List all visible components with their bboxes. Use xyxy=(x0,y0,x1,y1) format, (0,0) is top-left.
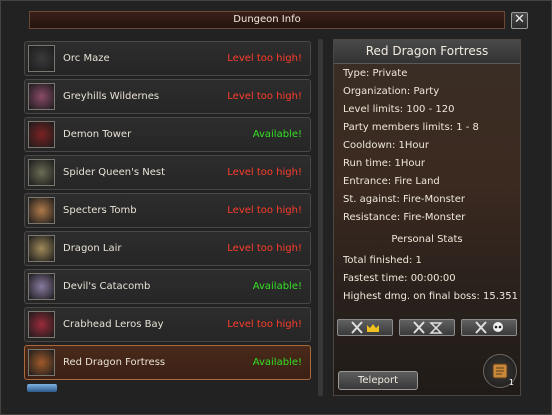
swords-crown-icon xyxy=(351,321,379,334)
dungeon-status: Level too high! xyxy=(227,243,302,254)
dungeon-row[interactable]: Dragon Lair Level too high! xyxy=(24,231,311,266)
dungeon-thumbnail xyxy=(28,273,55,300)
dungeon-thumbnail xyxy=(28,311,55,338)
dungeon-row[interactable]: Specters Tomb Level too high! xyxy=(24,193,311,228)
dungeon-status: Level too high! xyxy=(227,91,302,102)
info-cooldown: Cooldown: 1Hour xyxy=(343,140,429,151)
dungeon-row[interactable]: Red Dragon Fortress Available! xyxy=(24,345,311,380)
swords-skull-icon xyxy=(475,321,503,334)
dungeon-name: Spider Queen's Nest xyxy=(63,167,166,178)
dungeon-thumbnail xyxy=(28,235,55,262)
window-title: Dungeon Info xyxy=(29,11,505,29)
dungeon-thumbnail xyxy=(28,159,55,186)
info-strong-against: St. against: Fire-Monster xyxy=(343,194,465,205)
stat-fastest-time: Fastest time: 00:00:00 xyxy=(343,273,456,284)
dungeon-list: Orc Maze Level too high! Greyhills Wildern… xyxy=(23,39,315,396)
swords-hourglass-icon xyxy=(413,321,443,334)
list-scrollbar[interactable] xyxy=(318,39,323,396)
rank-damage-button[interactable] xyxy=(461,319,517,336)
dungeon-row[interactable]: Demon Tower Available! xyxy=(24,117,311,152)
dungeon-row[interactable]: Crabhead Leros Bay Level too high! xyxy=(24,307,311,342)
dungeon-name: Dragon Lair xyxy=(63,243,122,254)
stat-highest-damage: Highest dmg. on final boss: 15.351 xyxy=(343,291,519,302)
scroll-count: 1 xyxy=(508,378,514,387)
dungeon-thumbnail xyxy=(28,349,55,376)
close-button[interactable]: ✕ xyxy=(511,12,528,29)
dungeon-detail-title: Red Dragon Fortress xyxy=(334,40,520,64)
dungeon-thumbnail xyxy=(28,197,55,224)
dungeon-thumbnail xyxy=(28,45,55,72)
dungeon-row[interactable]: Greyhills Wildernes Level too high! xyxy=(24,79,311,114)
info-run-time: Run time: 1Hour xyxy=(343,158,425,169)
dungeon-status: Level too high! xyxy=(227,205,302,216)
dungeon-status: Level too high! xyxy=(227,319,302,330)
dungeon-info-window: Dungeon Info ✕ Orc Maze Level too high! Gr… xyxy=(0,0,552,415)
teleport-scroll-item[interactable]: 1 xyxy=(483,354,517,388)
list-more-indicator[interactable] xyxy=(27,384,57,392)
personal-stats-heading: Personal Stats xyxy=(391,234,463,245)
close-icon: ✕ xyxy=(514,12,525,27)
dungeon-row[interactable]: Spider Queen's Nest Level too high! xyxy=(24,155,311,190)
dungeon-status: Available! xyxy=(252,129,302,140)
info-party-limits: Party members limits: 1 - 8 xyxy=(343,122,479,133)
dungeon-thumbnail xyxy=(28,121,55,148)
dungeon-name: Devil's Catacomb xyxy=(63,281,151,292)
info-type: Type: Private xyxy=(343,68,408,79)
dungeon-row[interactable]: Orc Maze Level too high! xyxy=(24,41,311,76)
dungeon-name: Specters Tomb xyxy=(63,205,137,216)
rank-crown-button[interactable] xyxy=(337,319,393,336)
dungeon-status: Level too high! xyxy=(227,167,302,178)
teleport-button[interactable]: Teleport xyxy=(338,371,418,390)
rank-time-button[interactable] xyxy=(399,319,455,336)
dungeon-status: Available! xyxy=(252,281,302,292)
dungeon-name: Orc Maze xyxy=(63,53,110,64)
dungeon-name: Red Dragon Fortress xyxy=(63,357,166,368)
dungeon-status: Available! xyxy=(252,357,302,368)
dungeon-status: Level too high! xyxy=(227,53,302,64)
dungeon-detail-panel: Red Dragon Fortress Type: Private Organi… xyxy=(333,39,521,396)
info-level-limits: Level limits: 100 - 120 xyxy=(343,104,455,115)
dungeon-name: Greyhills Wildernes xyxy=(63,91,160,102)
info-organization: Organization: Party xyxy=(343,86,440,97)
stat-total-finished: Total finished: 1 xyxy=(343,255,422,266)
dungeon-row[interactable]: Devil's Catacomb Available! xyxy=(24,269,311,304)
info-resistance: Resistance: Fire-Monster xyxy=(343,212,466,223)
dungeon-name: Crabhead Leros Bay xyxy=(63,319,164,330)
dungeon-name: Demon Tower xyxy=(63,129,132,140)
info-entrance: Entrance: Fire Land xyxy=(343,176,440,187)
dungeon-thumbnail xyxy=(28,83,55,110)
